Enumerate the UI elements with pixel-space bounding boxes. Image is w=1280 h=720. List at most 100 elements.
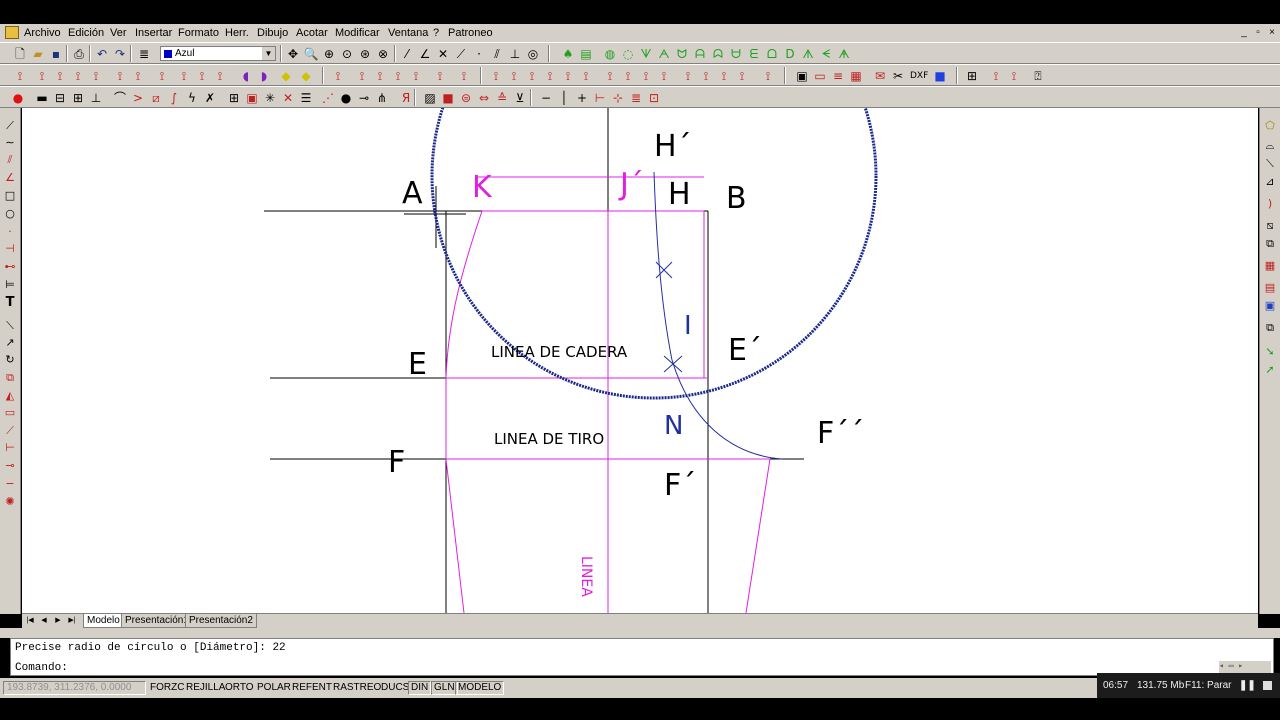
pattern-ai-icon[interactable]: ⟟ (716, 68, 732, 84)
trim-icon[interactable]: ⟋ (2, 423, 18, 439)
arrows-icon[interactable]: ⇔ (476, 90, 492, 106)
dashed-line-icon[interactable]: ⋰ (320, 90, 336, 106)
command-window[interactable]: Precise radio de círculo o [Diámetro]: 2… (10, 638, 1274, 676)
arc-icon[interactable]: ⌒ (112, 90, 128, 106)
perpendicular-icon[interactable]: ⊥ (507, 46, 523, 62)
pattern-z-icon[interactable]: ⟟ (542, 68, 558, 84)
split-rect-icon[interactable]: ⊟ (52, 90, 68, 106)
black-dot-icon[interactable]: ● (338, 90, 354, 106)
save-icon[interactable]: ▪ (48, 46, 64, 62)
menu-formato[interactable]: Formato (178, 27, 219, 39)
osnap-toggle[interactable]: REFENT (290, 681, 334, 695)
new-file-icon[interactable]: 🗋 (12, 46, 28, 62)
window-icon[interactable]: ▣ (244, 90, 260, 106)
line-tool-icon[interactable]: ▬ (34, 90, 50, 106)
pattern-ag-icon[interactable]: ⟟ (680, 68, 696, 84)
greater-than-icon[interactable]: > (130, 90, 146, 106)
layers-icon[interactable]: ≣ (136, 46, 152, 62)
curve-icon[interactable]: ∼ (2, 135, 18, 151)
circle-icon[interactable]: ○ (2, 206, 18, 222)
copy-icon[interactable]: ⧉ (2, 370, 18, 386)
pan-icon[interactable]: ✥ (285, 46, 301, 62)
oblique-line-icon[interactable]: ⟋ (453, 46, 469, 62)
pattern-w-icon[interactable]: ⟟ (488, 68, 504, 84)
divide-icon[interactable]: ⊣ (2, 241, 18, 257)
pattern-al-icon[interactable]: ⟟ (988, 68, 1004, 84)
menu-ver[interactable]: Ver (110, 27, 127, 39)
chevron-down-icon[interactable]: ▼ (262, 47, 275, 60)
envelope-icon[interactable]: ✉ (872, 68, 888, 84)
pattern-ah-icon[interactable]: ⟟ (698, 68, 714, 84)
red-dot-icon[interactable]: ● (10, 90, 26, 106)
polar-toggle[interactable]: POLAR (255, 681, 293, 695)
table-icon[interactable]: ⊞ (964, 68, 980, 84)
mirror-icon[interactable]: ⋔ (374, 90, 390, 106)
join-icon[interactable]: − (2, 476, 18, 492)
dimension-icon[interactable]: ⊨ (2, 277, 18, 293)
node-link-icon[interactable]: ⊸ (356, 90, 372, 106)
pattern-m-icon[interactable]: ◗ (256, 68, 272, 84)
line-icon[interactable]: ⟋ (2, 118, 18, 134)
pattern-c-icon[interactable]: ⟟ (52, 68, 68, 84)
extend-icon[interactable]: ⊢ (2, 440, 18, 456)
pattern-a-icon[interactable]: ⟟ (12, 68, 28, 84)
red-plus-icon[interactable]: ⊹ (610, 90, 626, 106)
pattern-tool-5-icon[interactable]: ᗐ (638, 46, 654, 62)
pattern-tool-15-icon[interactable]: ᗕ (818, 46, 834, 62)
pause-icon[interactable]: ❚❚ (1239, 680, 1256, 691)
pattern-t-icon[interactable]: ⟟ (408, 68, 424, 84)
pattern-grid-icon[interactable]: ▦ (1262, 258, 1278, 274)
print-icon[interactable]: ⎙ (71, 46, 87, 62)
notes-icon[interactable]: ▤ (1262, 280, 1278, 296)
pattern-o-icon[interactable]: ◆ (298, 68, 314, 84)
mirror-tool-icon[interactable]: ◭ (2, 388, 18, 404)
pattern-q-icon[interactable]: ⟟ (354, 68, 370, 84)
pattern-tool-11-icon[interactable]: ᗴ (746, 46, 762, 62)
app-icon[interactable] (5, 26, 19, 39)
otrack-toggle[interactable]: RASTREO (331, 681, 383, 695)
pattern-tool-2-icon[interactable]: ▤ (578, 46, 594, 62)
pattern-p-icon[interactable]: ⟟ (330, 68, 346, 84)
tab-layout1[interactable]: Presentación1 (121, 614, 193, 628)
slash-tool-icon[interactable]: ⟍ (1262, 156, 1278, 172)
pattern-tool-4-icon[interactable]: ◌ (620, 46, 636, 62)
menu-modificar[interactable]: Modificar (335, 27, 380, 39)
lightning-icon[interactable]: ϟ (184, 90, 200, 106)
pattern-tool-8-icon[interactable]: ᗩ (692, 46, 708, 62)
point-tool-icon[interactable]: · (2, 224, 18, 240)
menu-archivo[interactable]: Archivo (24, 27, 61, 39)
red-bar-icon[interactable]: ⊢ (592, 90, 608, 106)
din-toggle[interactable]: DIN (408, 681, 432, 695)
pattern-v-icon[interactable]: ⟟ (456, 68, 472, 84)
plus-icon[interactable]: + (574, 90, 590, 106)
pattern-j-icon[interactable]: ⟟ (194, 68, 210, 84)
copy-page-icon[interactable]: ⧉ (1262, 236, 1278, 252)
pattern-tool-12-icon[interactable]: ᗝ (764, 46, 780, 62)
pattern-h-icon[interactable]: ⟟ (154, 68, 170, 84)
hatch-icon[interactable]: ▨ (422, 90, 438, 106)
red-stack-icon[interactable]: ≣ (628, 90, 644, 106)
export-icon[interactable]: ➚ (1262, 362, 1278, 378)
menu-edicion[interactable]: Edición (68, 27, 104, 39)
delete-x-icon[interactable]: ✕ (280, 90, 296, 106)
rectangle-tool-icon[interactable]: □ (2, 188, 18, 204)
compass-icon[interactable]: ⊿ (1262, 174, 1278, 190)
curve-right-icon[interactable]: ) (1262, 196, 1278, 212)
pattern-tool-9-icon[interactable]: ᗣ (710, 46, 726, 62)
offset-icon[interactable]: ▭ (2, 405, 18, 421)
explode-icon[interactable]: ✺ (2, 494, 18, 510)
pattern-tool-14-icon[interactable]: ᗑ (800, 46, 816, 62)
grade-icon[interactable]: ⧅ (1262, 218, 1278, 234)
blue-tool-icon[interactable]: ■ (932, 68, 948, 84)
cross-icon[interactable]: ✕ (435, 46, 451, 62)
last-tab-icon[interactable]: ▶| (66, 615, 78, 627)
red-box-icon[interactable]: ⊡ (646, 90, 662, 106)
rotate-icon[interactable]: ↻ (2, 352, 18, 368)
pattern-ab-icon[interactable]: ⟟ (578, 68, 594, 84)
prev-tab-icon[interactable]: ◀ (38, 615, 50, 627)
stack-icon[interactable]: ≡ (830, 68, 846, 84)
split-rect-2-icon[interactable]: ⊞ (70, 90, 86, 106)
vbar-icon[interactable]: │ (556, 90, 572, 106)
pattern-tool-1-icon[interactable]: ♠ (560, 46, 576, 62)
duplicate-icon[interactable]: ⧉ (1262, 320, 1278, 336)
